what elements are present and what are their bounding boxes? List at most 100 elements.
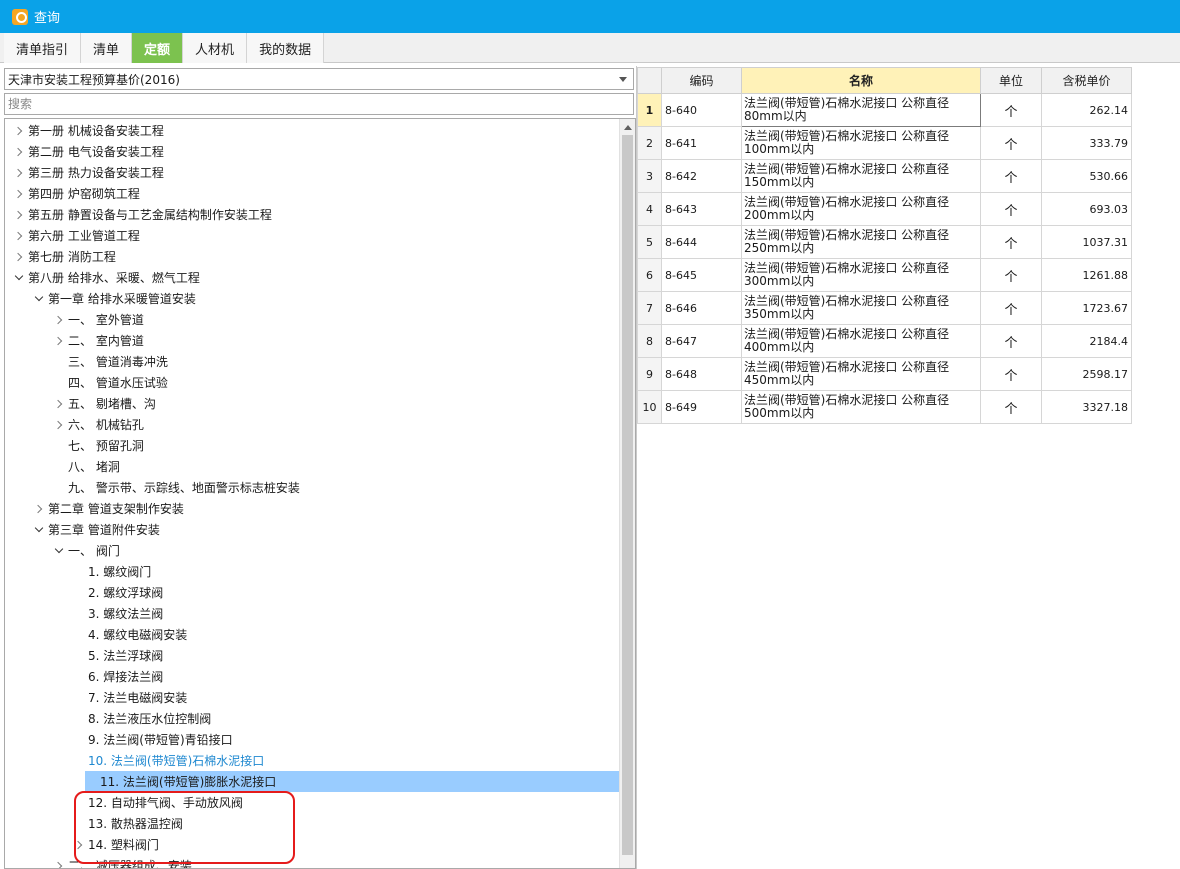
row-price[interactable]: 530.66 [1041, 159, 1132, 193]
chevron-right-icon[interactable] [73, 839, 85, 851]
chevron-right-icon[interactable] [53, 398, 65, 410]
tree-item[interactable]: 10. 法兰阀(带短管)石棉水泥接口 [5, 750, 619, 771]
library-select[interactable]: 天津市安装工程预算基价(2016) [4, 68, 634, 90]
table-row[interactable]: 6 8-645 法兰阀(带短管)石棉水泥接口 公称直径300mm以内个 1261.88 [637, 258, 1132, 292]
tree-item[interactable]: 6. 焊接法兰阀 [5, 666, 619, 687]
tree-item[interactable]: 第四册 炉窑砌筑工程 [5, 183, 619, 204]
row-price[interactable]: 1723.67 [1041, 291, 1132, 325]
tree-item[interactable]: 9. 法兰阀(带短管)青铅接口 [5, 729, 619, 750]
dropdown-arrow-icon[interactable] [619, 77, 627, 82]
row-name[interactable]: 法兰阀(带短管)石棉水泥接口 公称直径400mm以内 [741, 324, 981, 358]
row-name[interactable]: 法兰阀(带短管)石棉水泥接口 公称直径350mm以内 [741, 291, 981, 325]
table-row[interactable]: 3 8-642 法兰阀(带短管)石棉水泥接口 公称直径150mm以内个 530.66 [637, 159, 1132, 193]
row-index[interactable]: 9 [637, 357, 662, 391]
chevron-right-icon[interactable] [13, 167, 25, 179]
row-index[interactable]: 1 [637, 93, 662, 127]
tree-item[interactable]: 13. 散热器温控阀 [5, 813, 619, 834]
row-unit[interactable]: 个 [980, 159, 1042, 193]
chevron-right-icon[interactable] [13, 251, 25, 263]
tree-item[interactable]: 八、 堵洞 [5, 456, 619, 477]
chevron-right-icon[interactable] [33, 503, 45, 515]
row-unit[interactable]: 个 [980, 93, 1042, 127]
search-input[interactable] [4, 93, 634, 115]
tree-item[interactable]: 二、 室内管道 [5, 330, 619, 351]
row-price[interactable]: 1261.88 [1041, 258, 1132, 292]
table-row[interactable]: 1 8-640 法兰阀(带短管)石棉水泥接口 公称直径80mm以内个 262.14 [637, 93, 1132, 127]
row-code[interactable]: 8-642 [661, 159, 742, 193]
chevron-right-icon[interactable] [13, 209, 25, 221]
tree-item[interactable]: 第六册 工业管道工程 [5, 225, 619, 246]
table-row[interactable]: 7 8-646 法兰阀(带短管)石棉水泥接口 公称直径350mm以内个 1723.67 [637, 291, 1132, 325]
tab-list-guide[interactable]: 清单指引 [4, 33, 82, 63]
chevron-right-icon[interactable] [53, 335, 65, 347]
table-row[interactable]: 4 8-643 法兰阀(带短管)石棉水泥接口 公称直径200mm以内个 693.03 [637, 192, 1132, 226]
tab-list[interactable]: 清单 [81, 33, 133, 63]
table-row[interactable]: 8 8-647 法兰阀(带短管)石棉水泥接口 公称直径400mm以内个 2184.4 [637, 324, 1132, 358]
row-price[interactable]: 1037.31 [1041, 225, 1132, 259]
row-name[interactable]: 法兰阀(带短管)石棉水泥接口 公称直径100mm以内 [741, 126, 981, 160]
row-code[interactable]: 8-644 [661, 225, 742, 259]
tab-quota[interactable]: 定额 [132, 33, 184, 63]
tree-item[interactable]: 第二章 管道支架制作安装 [5, 498, 619, 519]
chevron-right-icon[interactable] [53, 860, 65, 869]
chevron-down-icon[interactable] [53, 545, 65, 557]
row-unit[interactable]: 个 [980, 324, 1042, 358]
header-name[interactable]: 名称 [741, 67, 981, 94]
row-code[interactable]: 8-646 [661, 291, 742, 325]
row-name[interactable]: 法兰阀(带短管)石棉水泥接口 公称直径250mm以内 [741, 225, 981, 259]
tab-my-data[interactable]: 我的数据 [247, 33, 325, 63]
header-code[interactable]: 编码 [661, 67, 742, 94]
tree-item[interactable]: 一、 室外管道 [5, 309, 619, 330]
tree-item[interactable]: 三、 管道消毒冲洗 [5, 351, 619, 372]
chevron-right-icon[interactable] [13, 230, 25, 242]
tree-item[interactable]: 12. 自动排气阀、手动放风阀 [5, 792, 619, 813]
row-unit[interactable]: 个 [980, 291, 1042, 325]
row-index[interactable]: 8 [637, 324, 662, 358]
tree-item[interactable]: 1. 螺纹阀门 [5, 561, 619, 582]
chevron-down-icon[interactable] [33, 293, 45, 305]
row-price[interactable]: 3327.18 [1041, 390, 1132, 424]
table-row[interactable]: 10 8-649 法兰阀(带短管)石棉水泥接口 公称直径500mm以内个 3327.1… [637, 390, 1132, 424]
row-index[interactable]: 2 [637, 126, 662, 160]
chevron-right-icon[interactable] [53, 314, 65, 326]
tree-item[interactable]: 8. 法兰液压水位控制阀 [5, 708, 619, 729]
row-price[interactable]: 2184.4 [1041, 324, 1132, 358]
row-unit[interactable]: 个 [980, 258, 1042, 292]
row-index[interactable]: 5 [637, 225, 662, 259]
tree-item[interactable]: 第五册 静置设备与工艺金属结构制作安装工程 [5, 204, 619, 225]
tree-item[interactable]: 五、 剔堵槽、沟 [5, 393, 619, 414]
table-row[interactable]: 9 8-648 法兰阀(带短管)石棉水泥接口 公称直径450mm以内个 2598.17 [637, 357, 1132, 391]
tree-item[interactable]: 2. 螺纹浮球阀 [5, 582, 619, 603]
tree-item[interactable]: 5. 法兰浮球阀 [5, 645, 619, 666]
row-name[interactable]: 法兰阀(带短管)石棉水泥接口 公称直径200mm以内 [741, 192, 981, 226]
row-price[interactable]: 2598.17 [1041, 357, 1132, 391]
row-index[interactable]: 6 [637, 258, 662, 292]
row-index[interactable]: 10 [637, 390, 662, 424]
table-row[interactable]: 2 8-641 法兰阀(带短管)石棉水泥接口 公称直径100mm以内个 333.79 [637, 126, 1132, 160]
chevron-right-icon[interactable] [13, 125, 25, 137]
chevron-right-icon[interactable] [13, 188, 25, 200]
tree-item[interactable]: 第一册 机械设备安装工程 [5, 120, 619, 141]
row-name[interactable]: 法兰阀(带短管)石棉水泥接口 公称直径80mm以内 [741, 93, 981, 127]
scroll-thumb[interactable] [622, 135, 633, 855]
tree-item[interactable]: 九、 警示带、示踪线、地面警示标志桩安装 [5, 477, 619, 498]
tree-item[interactable]: 第三册 热力设备安装工程 [5, 162, 619, 183]
chevron-right-icon[interactable] [53, 419, 65, 431]
row-code[interactable]: 8-641 [661, 126, 742, 160]
row-price[interactable]: 333.79 [1041, 126, 1132, 160]
tree-item[interactable]: 第八册 给排水、采暖、燃气工程 [5, 267, 619, 288]
tree-item[interactable]: 4. 螺纹电磁阀安装 [5, 624, 619, 645]
row-code[interactable]: 8-640 [661, 93, 742, 127]
row-unit[interactable]: 个 [980, 225, 1042, 259]
row-name[interactable]: 法兰阀(带短管)石棉水泥接口 公称直径450mm以内 [741, 357, 981, 391]
row-code[interactable]: 8-643 [661, 192, 742, 226]
tree-item[interactable]: 7. 法兰电磁阀安装 [5, 687, 619, 708]
row-code[interactable]: 8-648 [661, 357, 742, 391]
row-index[interactable]: 3 [637, 159, 662, 193]
row-name[interactable]: 法兰阀(带短管)石棉水泥接口 公称直径300mm以内 [741, 258, 981, 292]
header-unit[interactable]: 单位 [980, 67, 1042, 94]
row-unit[interactable]: 个 [980, 390, 1042, 424]
row-index[interactable]: 7 [637, 291, 662, 325]
scroll-up-icon[interactable] [620, 119, 635, 135]
tree-item[interactable]: 六、 机械钻孔 [5, 414, 619, 435]
